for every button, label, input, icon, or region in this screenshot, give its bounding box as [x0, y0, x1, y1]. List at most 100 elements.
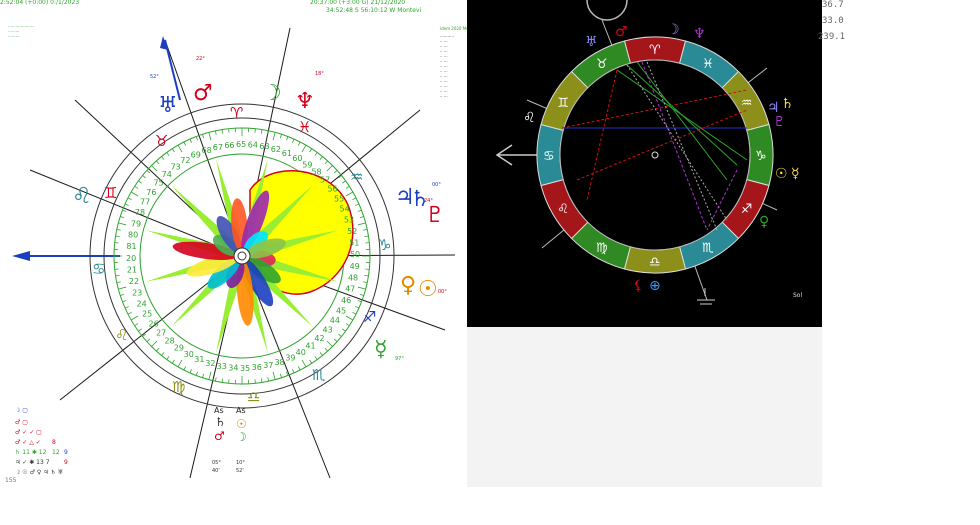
degree-number: 68 [202, 146, 212, 155]
degree-number: 64 [248, 140, 258, 149]
degree-number: 36 [252, 363, 262, 372]
degree-number: 76 [146, 188, 156, 197]
aspect-table: ☽ ▢ ♂ ▢ ♂ ✓ ✓ ▢ ♂ ✓ △ ✓ 8 ♄ 11 ✱ 12 12 ♃… [5, 407, 68, 484]
as-label: As [214, 406, 224, 415]
degree-number: 31 [194, 355, 204, 364]
degree-number: 48 [348, 273, 358, 282]
degree-label: 00° [432, 182, 441, 188]
svg-text:♂ ✓ ✓ ▢: ♂ ✓ ✓ ▢ [15, 429, 42, 436]
saturn-right-icon: ♄ [781, 96, 794, 112]
zodiac-sign-icon: ♐ [741, 202, 753, 217]
degree-number: 69 [191, 150, 201, 159]
moon-icon: ☽ [262, 81, 282, 106]
leo-planet-icon: ♌ [72, 184, 92, 209]
degree-number: 81 [126, 242, 136, 251]
zodiac-sign-icon: ♎ [649, 255, 661, 270]
degree-number: 53 [344, 216, 354, 225]
virgo-icon: ♍ [172, 378, 185, 396]
degree-label: 22° [196, 56, 205, 62]
degree-number: 61 [282, 149, 292, 158]
capricorn-icon: ♑ [378, 236, 391, 254]
degree-number: 24 [136, 299, 146, 308]
leo-right-icon: ♌ [523, 110, 536, 126]
scorpio-icon: ♏ [312, 366, 326, 384]
degree-number: 80 [128, 231, 138, 240]
degree-number: 34 [228, 364, 238, 373]
degree-number: 72 [180, 156, 190, 165]
degree-number: 21 [127, 266, 137, 275]
svg-text:☽ ☉ ♂ ♀ ♃ ♄ ♅: ☽ ☉ ♂ ♀ ♃ ♄ ♅ [15, 469, 63, 476]
mars-icon: ♂ [193, 81, 213, 106]
degree-number: 28 [165, 337, 175, 346]
svg-text:9: 9 [64, 449, 68, 456]
libra-icon: ♎ [247, 388, 260, 406]
degree-number: 65 [236, 140, 246, 149]
cancer-icon: ♋ [92, 260, 105, 278]
degree-number: 49 [350, 262, 360, 271]
neptune-right-icon: ♆ [693, 26, 706, 42]
readout-1: 36.7 [822, 0, 844, 10]
degree-number: 56 [327, 185, 337, 194]
zodiac-sign-icon: ♊ [557, 96, 569, 111]
degree-number: 22 [129, 277, 139, 286]
zodiac-sign-icon: ♍ [596, 241, 608, 256]
footer-label: Sol [793, 292, 802, 299]
zodiac-sign-icon: ♏ [702, 241, 714, 256]
header-left-time: 2:52:04 (+0:00) 0:/1/2023 [0, 0, 80, 6]
sun-right-icon: ☉ [775, 166, 788, 182]
svg-text:8: 8 [52, 439, 56, 446]
degree-number: 27 [156, 328, 166, 337]
degree-number: 42 [314, 334, 324, 343]
aries-icon: ♈ [230, 104, 243, 122]
zodiac-sign-icon: ♓ [702, 57, 714, 72]
degree-label: 52° [150, 74, 159, 80]
zodiac-sign-icon: ♋ [543, 149, 555, 164]
degree-label: 05° [212, 460, 221, 466]
degree-number: 73 [171, 163, 181, 172]
degree-number: 75 [153, 179, 163, 188]
saturn-small-icon: ♄ [215, 415, 226, 429]
degree-number: 20 [126, 254, 136, 263]
taurus-icon: ♉ [155, 132, 168, 150]
degree-label: 52' [236, 468, 244, 474]
degree-number: 38 [274, 358, 284, 367]
svg-text:155: 155 [5, 477, 17, 484]
secondary-chart-panel: ♈ ♓ ♒ ♑ ♐ ♏ ♎ ♍ ♌ ♋ ♊ ♉ ♅ ♂ ☽ ♆ ♌ ♃ ♄ ♇ ☉ [467, 0, 822, 327]
empty-area [467, 327, 822, 487]
degree-number: 37 [263, 361, 273, 370]
degree-number: 55 [334, 194, 344, 203]
moon-right-icon: ☽ [667, 22, 680, 38]
degree-label: 40' [212, 468, 220, 474]
chart-wheel-left: 69 68 67 66 65 64 63 62 616059585756555453525150… [5, 27, 456, 484]
degree-number: 60 [292, 154, 302, 163]
degree-number: 62 [271, 145, 281, 154]
mars-small-icon: ♂ [214, 429, 225, 443]
zodiac-sign-icon: ♉ [596, 57, 608, 72]
svg-text:☽ ▢: ☽ ▢ [15, 407, 28, 414]
degree-number: 45 [336, 306, 346, 315]
degree-number: 63 [259, 142, 269, 151]
degree-number: 29 [174, 344, 184, 353]
uranus-right-icon: ♅ [585, 34, 598, 50]
degree-number: 26 [149, 319, 159, 328]
venus-icon: ♀ [400, 273, 416, 298]
degree-label: 10° [236, 460, 245, 466]
aquarius-icon: ♒ [350, 168, 363, 186]
svg-text:♃ ✓ ✱ 13 7: ♃ ✓ ✱ 13 7 [15, 459, 50, 466]
degree-number: 50 [350, 250, 360, 259]
svg-text:♄ 11 ✱ 12: ♄ 11 ✱ 12 [15, 449, 47, 456]
degree-number: 30 [184, 350, 194, 359]
degree-label: 00° [438, 289, 447, 295]
degree-label: 97° [395, 356, 404, 362]
sun-icon: ☉ [418, 277, 438, 302]
degree-number: 46 [341, 296, 351, 305]
as-label: As [236, 406, 246, 415]
chart-wheel-right: ♈♓♒♑♐♏♎♍♌♋♊♉ ♅ ♂ ☽ ♆ ♌ ♃ ♄ ♇ ☉ ☿ ♀ ⚸ ⊕ S… [495, 0, 802, 305]
degree-number: 23 [132, 288, 142, 297]
moon-small-icon: ☽ [236, 430, 247, 444]
degree-number: 40 [296, 348, 306, 357]
chart-center [233, 247, 251, 265]
header-center-time: 20:37:00 (+3:00 G) 21/12/2020 [310, 0, 406, 6]
degree-number: 52 [347, 227, 357, 236]
degree-number: 66 [224, 141, 234, 150]
